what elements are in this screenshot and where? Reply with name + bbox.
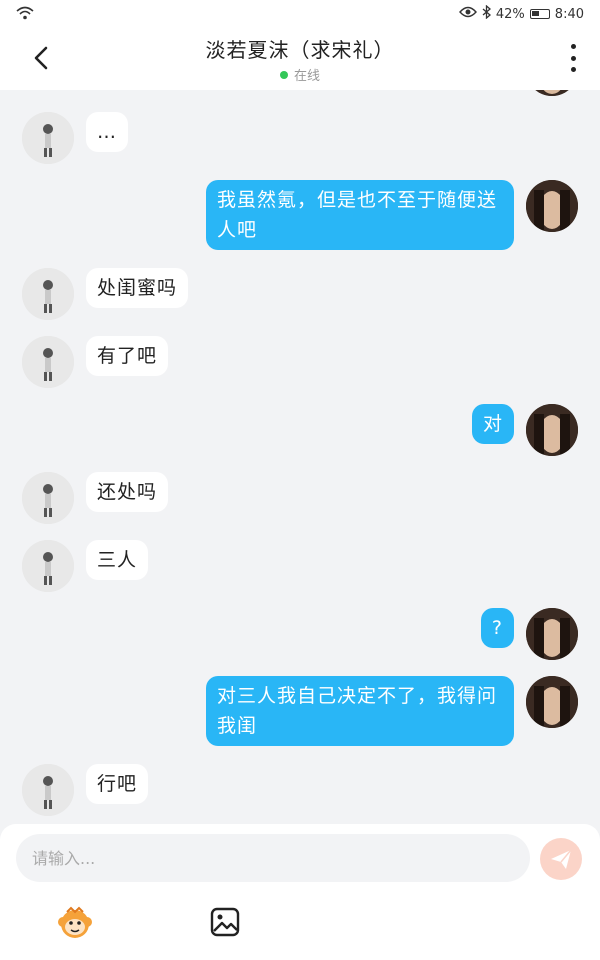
chat-title: 淡若夏沫（求宋礼） [205,38,395,62]
message-bubble: 对 [471,404,514,444]
image-icon[interactable] [205,902,245,942]
avatar[interactable] [22,112,74,164]
message-bubble: 处闺蜜吗 [86,268,189,308]
avatar[interactable] [22,268,74,320]
message-bubble: 对三人我自己决定不了，我得问我闺 [206,676,514,746]
monkey-emoji-icon[interactable] [55,902,95,942]
bluetooth-icon [482,4,491,23]
clock: 8:40 [554,6,584,22]
message-bubble: 有了吧 [86,336,169,376]
message-bubble: 行吧 [86,764,149,804]
message-bubble: 我虽然氪，但是也不至于随便送人吧 [206,180,514,250]
message-bubble: … [86,112,128,152]
avatar[interactable] [22,336,74,388]
send-icon[interactable] [540,838,582,880]
message-bubble: ? [480,608,514,648]
avatar[interactable] [22,764,74,816]
online-status-label: 在线 [293,69,320,84]
avatar[interactable] [526,676,578,728]
avatar[interactable] [526,608,578,660]
avatar[interactable] [22,472,74,524]
avatar[interactable] [526,90,578,96]
avatar[interactable] [22,540,74,592]
eye-icon [458,6,477,22]
message-input[interactable] [16,834,530,882]
chat-header: 淡若夏沫（求宋礼） 在线 [0,28,600,90]
composer [0,824,600,960]
online-status: 在线 [0,65,600,84]
message-bubble: 三人 [86,540,149,580]
battery-percent: 42% [495,6,525,22]
chat-messages[interactable]: … 我虽然氪，但是也不至于随便送人吧 处闺蜜吗 有了吧 对 还处吗 三人 ? 对… [0,90,600,824]
avatar[interactable] [526,180,578,232]
avatar[interactable] [526,404,578,456]
wifi-icon [16,6,34,24]
more-vertical-icon[interactable] [568,44,578,72]
battery-icon [529,9,550,19]
status-bar: 42% 8:40 [0,0,600,28]
online-dot [279,71,288,79]
message-bubble: 还处吗 [86,472,169,512]
